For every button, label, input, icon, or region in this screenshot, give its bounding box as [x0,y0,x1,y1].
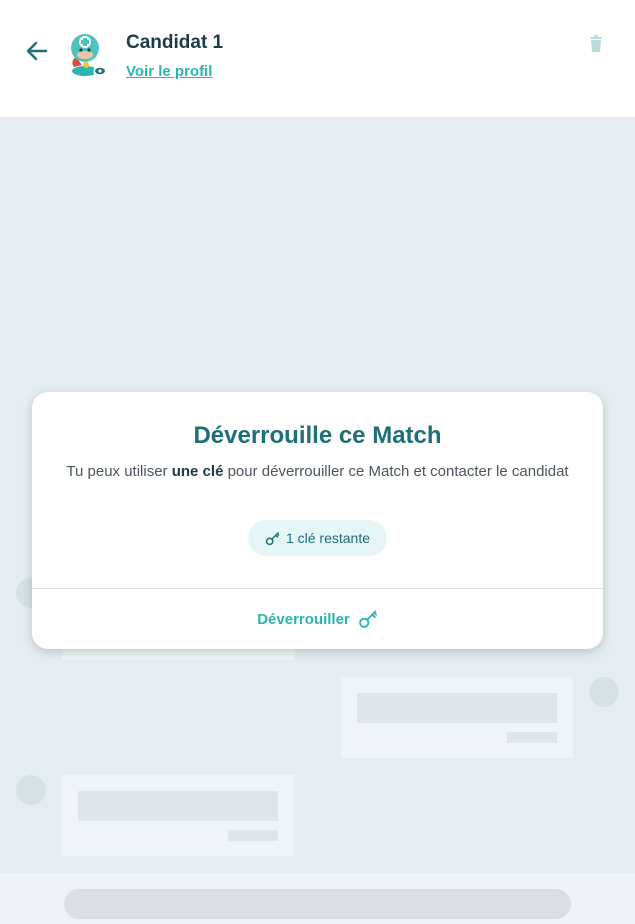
placeholder-line [228,830,278,841]
candidate-avatar[interactable] [64,31,108,77]
description-text: pour déverrouiller ce Match et contacter… [223,463,569,480]
keys-remaining-text: 1 clé restante [285,530,371,546]
key-icon [358,610,377,628]
trash-icon[interactable] [588,35,604,53]
placeholder-line [507,732,557,743]
arrow-left-icon[interactable] [24,38,50,64]
unlock-match-dialog: Déverrouille ce Match Tu peux utiliser u… [32,392,603,649]
candidate-name: Candidat 1 [126,32,224,53]
dialog-title: Déverrouille ce Match [193,422,442,449]
keys-remaining-badge: 1 clé restante [248,520,387,556]
message-input-placeholder [64,889,571,919]
message-composer [0,873,635,924]
placeholder-avatar [16,775,46,805]
view-profile-link[interactable]: Voir le profil [126,63,212,80]
description-bold: une clé [171,463,224,480]
unlock-button[interactable]: Déverrouiller [32,589,603,649]
placeholder-message [62,775,294,856]
description-text: Tu peux utiliser [66,463,172,480]
chat-header: Candidat 1 Voir le profil [0,0,635,118]
unlock-button-label: Déverrouiller [257,610,350,628]
placeholder-avatar [589,677,619,707]
placeholder-message [341,677,573,758]
placeholder-line [357,693,557,723]
placeholder-line [78,791,278,821]
dialog-description: Tu peux utiliser une clé pour déverrouil… [62,460,573,483]
key-icon [265,531,280,545]
